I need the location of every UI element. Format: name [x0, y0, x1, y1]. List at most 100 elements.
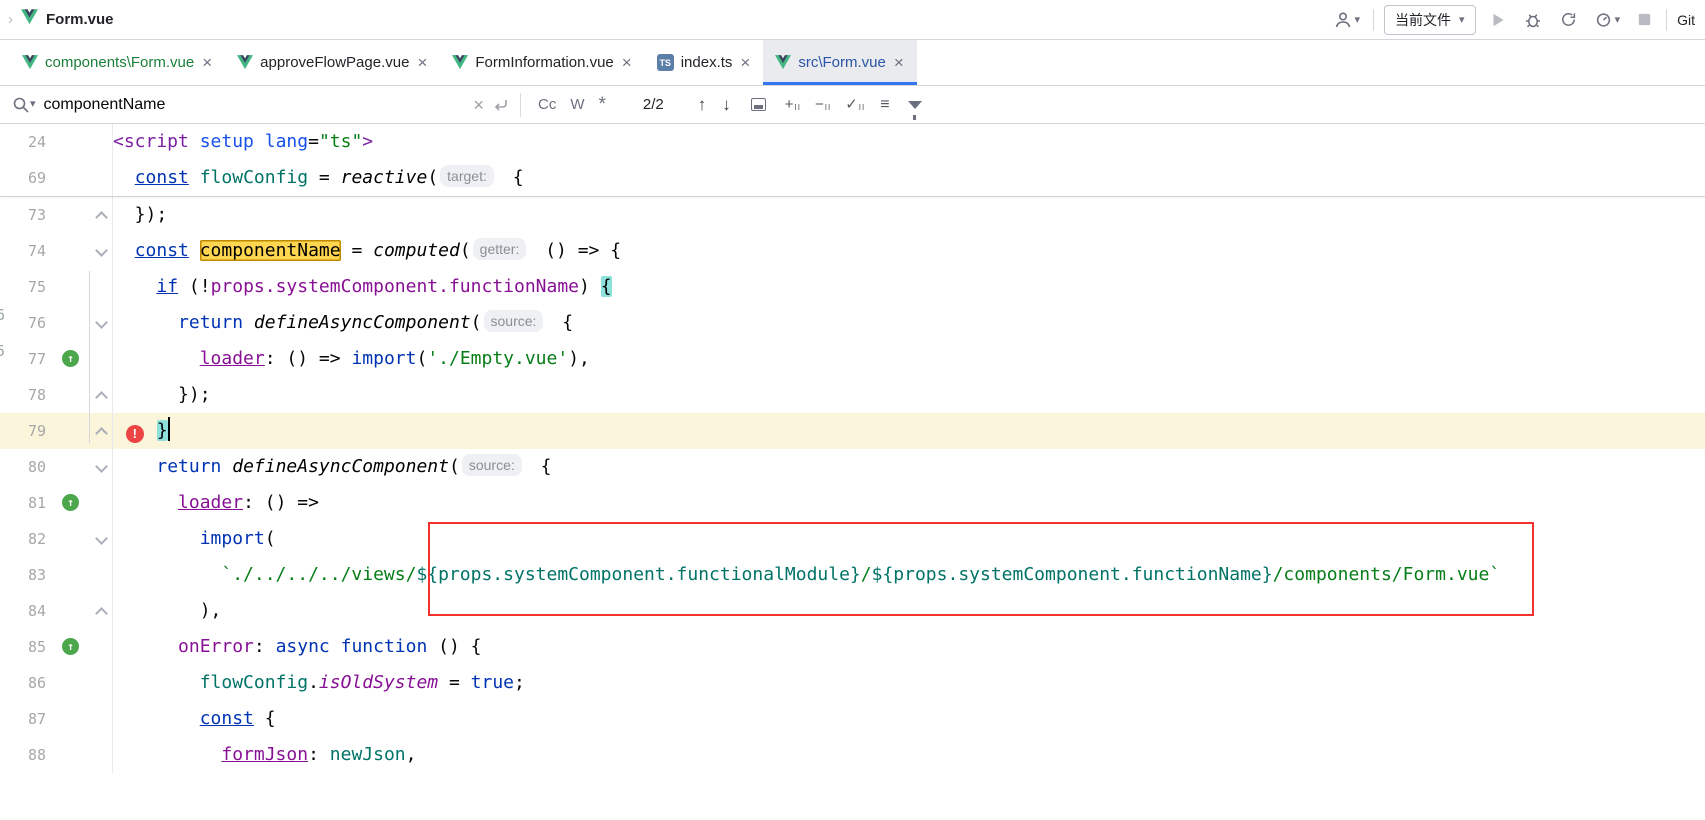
words-toggle[interactable]: W: [563, 93, 591, 116]
play-icon: [1489, 11, 1507, 29]
fold-up-icon[interactable]: [95, 606, 107, 618]
fold-down-icon[interactable]: [95, 318, 107, 330]
code-line[interactable]: 76 return defineAsyncComponent(source: {: [0, 305, 1705, 341]
code-line[interactable]: 82 import(: [0, 521, 1705, 557]
next-occurrence-button[interactable]: ↓: [714, 93, 739, 117]
stray-digit: 6: [0, 306, 5, 324]
fold-down-icon[interactable]: [95, 462, 107, 474]
gutter[interactable]: 83: [0, 557, 112, 593]
gutter[interactable]: 86: [0, 665, 112, 701]
gutter[interactable]: 74: [0, 233, 112, 269]
gutter[interactable]: 24: [0, 124, 112, 160]
override-marker-icon[interactable]: ↑: [62, 350, 79, 367]
breadcrumb-chevron-icon[interactable]: ›: [8, 11, 13, 28]
code-line[interactable]: 86 flowConfig.isOldSystem = true;: [0, 665, 1705, 701]
editor-tab[interactable]: approveFlowPage.vue×: [225, 40, 440, 85]
editor-tab[interactable]: src\Form.vue×: [763, 40, 916, 85]
code-line[interactable]: 75 if (!props.systemComponent.functionNa…: [0, 269, 1705, 305]
code-token: [113, 492, 178, 513]
editor[interactable]: 24<script setup lang="ts">69 const flowC…: [0, 124, 1705, 820]
fold-up-icon[interactable]: [95, 426, 107, 438]
close-tab-icon[interactable]: ×: [893, 54, 905, 71]
gutter[interactable]: 87: [0, 701, 112, 737]
git-widget[interactable]: Git: [1677, 12, 1697, 28]
new-line-icon[interactable]: [492, 96, 510, 114]
fold-down-icon[interactable]: [95, 534, 107, 546]
editor-tab[interactable]: TSindex.ts×: [645, 40, 764, 85]
code-line[interactable]: 77↑ loader: () => import('./Empty.vue'),: [0, 341, 1705, 377]
close-tab-icon[interactable]: ×: [416, 54, 428, 71]
code-line[interactable]: 69 const flowConfig = reactive(target: {: [0, 160, 1705, 196]
gutter[interactable]: 81↑: [0, 485, 112, 521]
select-all-occurrences-button[interactable]: ✓ II: [838, 95, 872, 114]
coverage-button[interactable]: [1556, 7, 1581, 32]
close-tab-icon[interactable]: ×: [739, 54, 751, 71]
profiler-button[interactable]: ▾: [1591, 7, 1624, 32]
run-config-selector[interactable]: 当前文件 ▾: [1384, 5, 1476, 35]
filter-icon[interactable]: [908, 101, 922, 109]
gutter[interactable]: 79: [0, 413, 112, 449]
code-line[interactable]: 81↑ loader: () =>: [0, 485, 1705, 521]
override-marker-icon[interactable]: ↑: [62, 638, 79, 655]
code-line[interactable]: 87 const {: [0, 701, 1705, 737]
code-line[interactable]: 24<script setup lang="ts">: [0, 124, 1705, 160]
run-button[interactable]: [1486, 8, 1510, 32]
code-line[interactable]: 80 return defineAsyncComponent(source: {: [0, 449, 1705, 485]
code-line[interactable]: 79 ! }: [0, 413, 1705, 449]
code-line[interactable]: 84 ),: [0, 593, 1705, 629]
gutter[interactable]: 69: [0, 160, 112, 196]
code-token: import: [200, 528, 265, 549]
plus-icon: +: [785, 97, 794, 112]
gutter[interactable]: 85↑: [0, 629, 112, 665]
code-token: function: [341, 636, 428, 657]
search-in-selection-icon[interactable]: [751, 98, 766, 111]
code-token: : () =>: [265, 348, 352, 369]
gutter[interactable]: 73: [0, 197, 112, 233]
remove-occurrence-button[interactable]: − II: [808, 95, 838, 114]
fold-down-icon[interactable]: [95, 246, 107, 258]
code-line[interactable]: 74 const componentName = computed(getter…: [0, 233, 1705, 269]
search-button[interactable]: ▾: [12, 96, 36, 114]
previous-occurrence-button[interactable]: ↑: [690, 93, 715, 117]
code-token: [146, 420, 157, 441]
code-line[interactable]: 73 });: [0, 197, 1705, 233]
close-tab-icon[interactable]: ×: [201, 54, 213, 71]
close-tab-icon[interactable]: ×: [621, 54, 633, 71]
search-input[interactable]: ▾ componentName ×: [12, 96, 510, 114]
code-line[interactable]: 88 formJson: newJson,: [0, 737, 1705, 773]
editor-tab[interactable]: components\Form.vue×: [10, 40, 225, 85]
add-occurrence-button[interactable]: + II: [778, 95, 808, 114]
code-line[interactable]: 83 `./../../../views/${props.systemCompo…: [0, 557, 1705, 593]
code-token: /: [861, 564, 872, 585]
stop-button[interactable]: [1633, 8, 1656, 31]
fold-up-icon[interactable]: [95, 390, 107, 402]
regex-toggle[interactable]: *: [592, 91, 613, 119]
gutter[interactable]: 80: [0, 449, 112, 485]
gutter[interactable]: 77↑: [0, 341, 112, 377]
gutter[interactable]: 82: [0, 521, 112, 557]
code-token: props.systemComponent.functionName: [211, 276, 579, 297]
gutter[interactable]: 84: [0, 593, 112, 629]
debug-button[interactable]: [1520, 7, 1546, 33]
override-marker-icon[interactable]: ↑: [62, 494, 79, 511]
vue-file-icon: [237, 55, 253, 70]
gutter[interactable]: 75: [0, 269, 112, 305]
code-token: [113, 276, 156, 297]
code-line[interactable]: 85↑ onError: async function () {: [0, 629, 1705, 665]
code-token: ${props.systemComponent.functionalModule…: [416, 564, 860, 585]
gutter[interactable]: 88: [0, 737, 112, 773]
user-icon: [1333, 10, 1353, 30]
gutter[interactable]: 78: [0, 377, 112, 413]
gutter[interactable]: 76: [0, 305, 112, 341]
view-options-icon[interactable]: ≡: [872, 94, 897, 116]
coverage-icon: [1559, 10, 1578, 29]
editor-tab[interactable]: FormInformation.vue×: [440, 40, 644, 85]
match-case-toggle[interactable]: Cc: [531, 93, 563, 116]
users-button[interactable]: ▾: [1330, 7, 1364, 33]
code-token: ): [579, 276, 601, 297]
code-token: if: [156, 276, 178, 297]
fold-up-icon[interactable]: [95, 210, 107, 222]
code-token: [113, 240, 135, 261]
clear-search-icon[interactable]: ×: [473, 96, 484, 114]
code-line[interactable]: 78 });: [0, 377, 1705, 413]
